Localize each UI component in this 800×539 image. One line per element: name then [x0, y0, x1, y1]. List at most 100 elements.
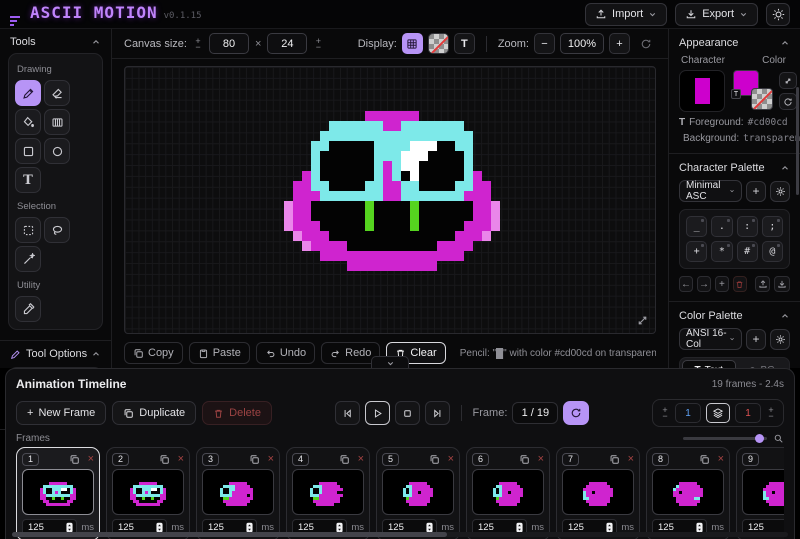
new-frame-button[interactable]: + New Frame: [16, 401, 106, 425]
onion-prev-count[interactable]: 1: [675, 403, 701, 423]
frame-duplicate-button[interactable]: [159, 454, 170, 465]
frame-duplicate-button[interactable]: [519, 454, 530, 465]
frame-card[interactable]: 1 × 125 ms: [16, 447, 100, 539]
lasso-select-tool-button[interactable]: [44, 217, 70, 243]
skip-to-end-button[interactable]: [425, 401, 450, 425]
frame-delete-button[interactable]: ×: [718, 454, 724, 464]
canvas-resize-handle[interactable]: [636, 314, 649, 327]
add-character-palette-button[interactable]: +: [746, 181, 766, 202]
appearance-header[interactable]: Appearance: [679, 29, 790, 55]
onion-next-count[interactable]: 1: [735, 403, 761, 423]
tools-header[interactable]: Tools: [0, 29, 111, 53]
character-button[interactable]: +: [686, 241, 707, 262]
gradient-tool-button[interactable]: [44, 109, 70, 135]
frame-card[interactable]: 9 × 125 ms: [736, 447, 784, 539]
grid-display-toggle[interactable]: [402, 33, 423, 54]
delete-frame-button[interactable]: Delete: [202, 401, 272, 425]
onion-next-stepper[interactable]: +−: [766, 407, 776, 419]
onion-skin-toggle[interactable]: [706, 403, 730, 423]
drawing-canvas[interactable]: [124, 66, 656, 334]
skip-to-start-button[interactable]: [335, 401, 360, 425]
transparency-display-toggle[interactable]: [428, 33, 449, 54]
palette-import-button[interactable]: [774, 276, 790, 292]
frame-delete-button[interactable]: ×: [268, 454, 274, 464]
character-preview[interactable]: [679, 70, 725, 112]
right-panel-scrollbar[interactable]: [796, 87, 799, 195]
frame-duplicate-button[interactable]: [339, 454, 350, 465]
export-button[interactable]: Export: [675, 3, 758, 26]
reset-colors-button[interactable]: [779, 93, 797, 110]
marquee-select-tool-button[interactable]: [15, 217, 41, 243]
undo-button[interactable]: Undo: [256, 342, 315, 364]
frame-delete-button[interactable]: ×: [448, 454, 454, 464]
frame-duplicate-button[interactable]: [699, 454, 710, 465]
swap-colors-button[interactable]: [779, 72, 797, 89]
play-button[interactable]: [365, 401, 390, 425]
palette-delete-button[interactable]: [733, 276, 747, 292]
zoom-reset-button[interactable]: [635, 33, 656, 54]
import-button[interactable]: Import: [585, 3, 667, 26]
frame-duplicate-button[interactable]: [249, 454, 260, 465]
frame-duplicate-button[interactable]: [609, 454, 620, 465]
frames-scrollbar-thumb[interactable]: [12, 532, 447, 537]
duplicate-frame-button[interactable]: Duplicate: [112, 401, 196, 425]
palette-add-button[interactable]: +: [715, 276, 729, 292]
character-button[interactable]: @: [762, 241, 783, 262]
frame-card[interactable]: 3 × 125 ms: [196, 447, 280, 539]
eraser-tool-button[interactable]: [44, 80, 70, 106]
frame-duplicate-button[interactable]: [429, 454, 440, 465]
character-palette-header[interactable]: Character Palette: [679, 154, 790, 180]
color-palette-settings-button[interactable]: [770, 329, 790, 350]
add-color-palette-button[interactable]: +: [746, 329, 766, 350]
slider-track[interactable]: [683, 437, 767, 440]
palette-next-button[interactable]: →: [697, 276, 711, 292]
ellipse-tool-button[interactable]: [44, 138, 70, 164]
text-display-toggle[interactable]: T: [454, 33, 475, 54]
frame-card[interactable]: 5 × 125 ms: [376, 447, 460, 539]
canvas-height-stepper[interactable]: +−: [313, 38, 323, 50]
theme-toggle-button[interactable]: [766, 3, 790, 26]
character-button[interactable]: .: [711, 216, 732, 237]
paste-button[interactable]: Paste: [189, 342, 250, 364]
frame-delete-button[interactable]: ×: [178, 454, 184, 464]
character-button[interactable]: #: [737, 241, 758, 262]
zoom-out-button[interactable]: −: [534, 33, 555, 54]
background-swatch[interactable]: [751, 88, 773, 110]
zoom-in-button[interactable]: +: [609, 33, 630, 54]
frame-duplicate-button[interactable]: [69, 454, 80, 465]
frame-delete-button[interactable]: ×: [88, 454, 94, 464]
frame-card[interactable]: 4 × 125 ms: [286, 447, 370, 539]
character-button[interactable]: _: [686, 216, 707, 237]
tool-options-header[interactable]: Tool Options: [0, 341, 111, 365]
character-palette-settings-button[interactable]: [770, 181, 790, 202]
stop-button[interactable]: [395, 401, 420, 425]
character-button[interactable]: :: [737, 216, 758, 237]
canvas-height-input[interactable]: 24: [267, 33, 307, 54]
character-button[interactable]: ;: [762, 216, 783, 237]
frame-delete-button[interactable]: ×: [538, 454, 544, 464]
copy-button[interactable]: Copy: [124, 342, 183, 364]
character-button[interactable]: *: [711, 241, 732, 262]
frame-card[interactable]: 2 × 125 ms: [106, 447, 190, 539]
canvas-width-input[interactable]: 80: [209, 33, 249, 54]
slider-thumb[interactable]: [755, 434, 764, 443]
frame-card[interactable]: 7 × 125 ms: [556, 447, 640, 539]
frame-card[interactable]: 8 × 125 ms: [646, 447, 730, 539]
onion-prev-stepper[interactable]: +−: [660, 407, 670, 419]
loop-toggle-button[interactable]: [563, 401, 589, 425]
frames-scrollbar[interactable]: [12, 532, 788, 537]
fill-tool-button[interactable]: [15, 109, 41, 135]
rectangle-tool-button[interactable]: [15, 138, 41, 164]
color-preset-select[interactable]: ANSI 16-Col: [679, 328, 742, 350]
frame-delete-button[interactable]: ×: [628, 454, 634, 464]
palette-export-button[interactable]: [755, 276, 771, 292]
eyedropper-tool-button[interactable]: [15, 296, 41, 322]
canvas-width-stepper[interactable]: +−: [193, 38, 203, 50]
palette-prev-button[interactable]: ←: [679, 276, 693, 292]
frame-card[interactable]: 6 × 125 ms: [466, 447, 550, 539]
text-tool-button[interactable]: T: [15, 167, 41, 193]
magic-wand-tool-button[interactable]: [15, 246, 41, 272]
character-preset-select[interactable]: Minimal ASC: [679, 180, 742, 202]
pencil-tool-button[interactable]: [15, 80, 41, 106]
frame-delete-button[interactable]: ×: [358, 454, 364, 464]
